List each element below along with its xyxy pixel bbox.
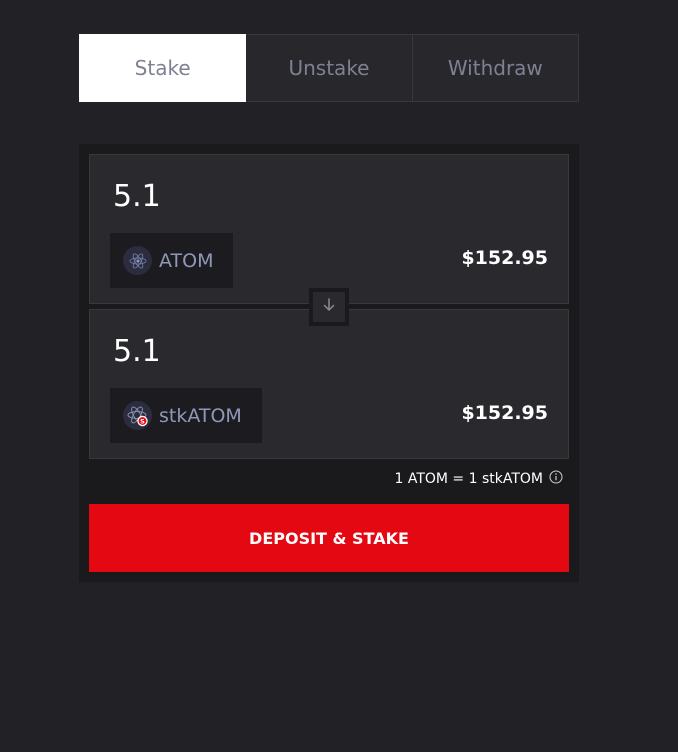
- svg-text:S: S: [140, 417, 145, 425]
- from-amount-input[interactable]: 5.1: [113, 179, 161, 214]
- swap-direction-button[interactable]: [309, 288, 349, 326]
- from-panel: 5.1 ATOM $152.95: [89, 154, 569, 304]
- deposit-stake-button[interactable]: DEPOSIT & STAKE: [89, 504, 569, 572]
- from-token-selector[interactable]: ATOM: [110, 233, 234, 288]
- to-usd-value: $152.95: [461, 402, 548, 424]
- stake-tabs: Stake Unstake Withdraw: [79, 34, 579, 104]
- arrow-down-icon: [321, 297, 337, 317]
- tab-stake[interactable]: Stake: [79, 34, 247, 102]
- to-panel: 5.1 S stkATOM $152.95: [89, 309, 569, 459]
- cosmos-atom-icon: [123, 246, 152, 275]
- stake-card: 5.1 ATOM $152.95 5.1 S stkATOM $152.95 1…: [79, 144, 579, 582]
- from-token-name: ATOM: [159, 249, 214, 272]
- from-usd-value: $152.95: [461, 247, 548, 269]
- tab-withdraw[interactable]: Withdraw: [412, 34, 579, 102]
- tab-unstake[interactable]: Unstake: [246, 34, 413, 102]
- to-amount-value: 5.1: [113, 334, 161, 369]
- exchange-rate-text: 1 ATOM = 1 stkATOM: [394, 471, 543, 487]
- info-icon[interactable]: [549, 470, 563, 488]
- exchange-rate: 1 ATOM = 1 stkATOM: [394, 470, 563, 488]
- to-token-name: stkATOM: [159, 404, 242, 427]
- to-token-selector[interactable]: S stkATOM: [110, 388, 262, 443]
- stk-atom-icon: S: [123, 401, 152, 430]
